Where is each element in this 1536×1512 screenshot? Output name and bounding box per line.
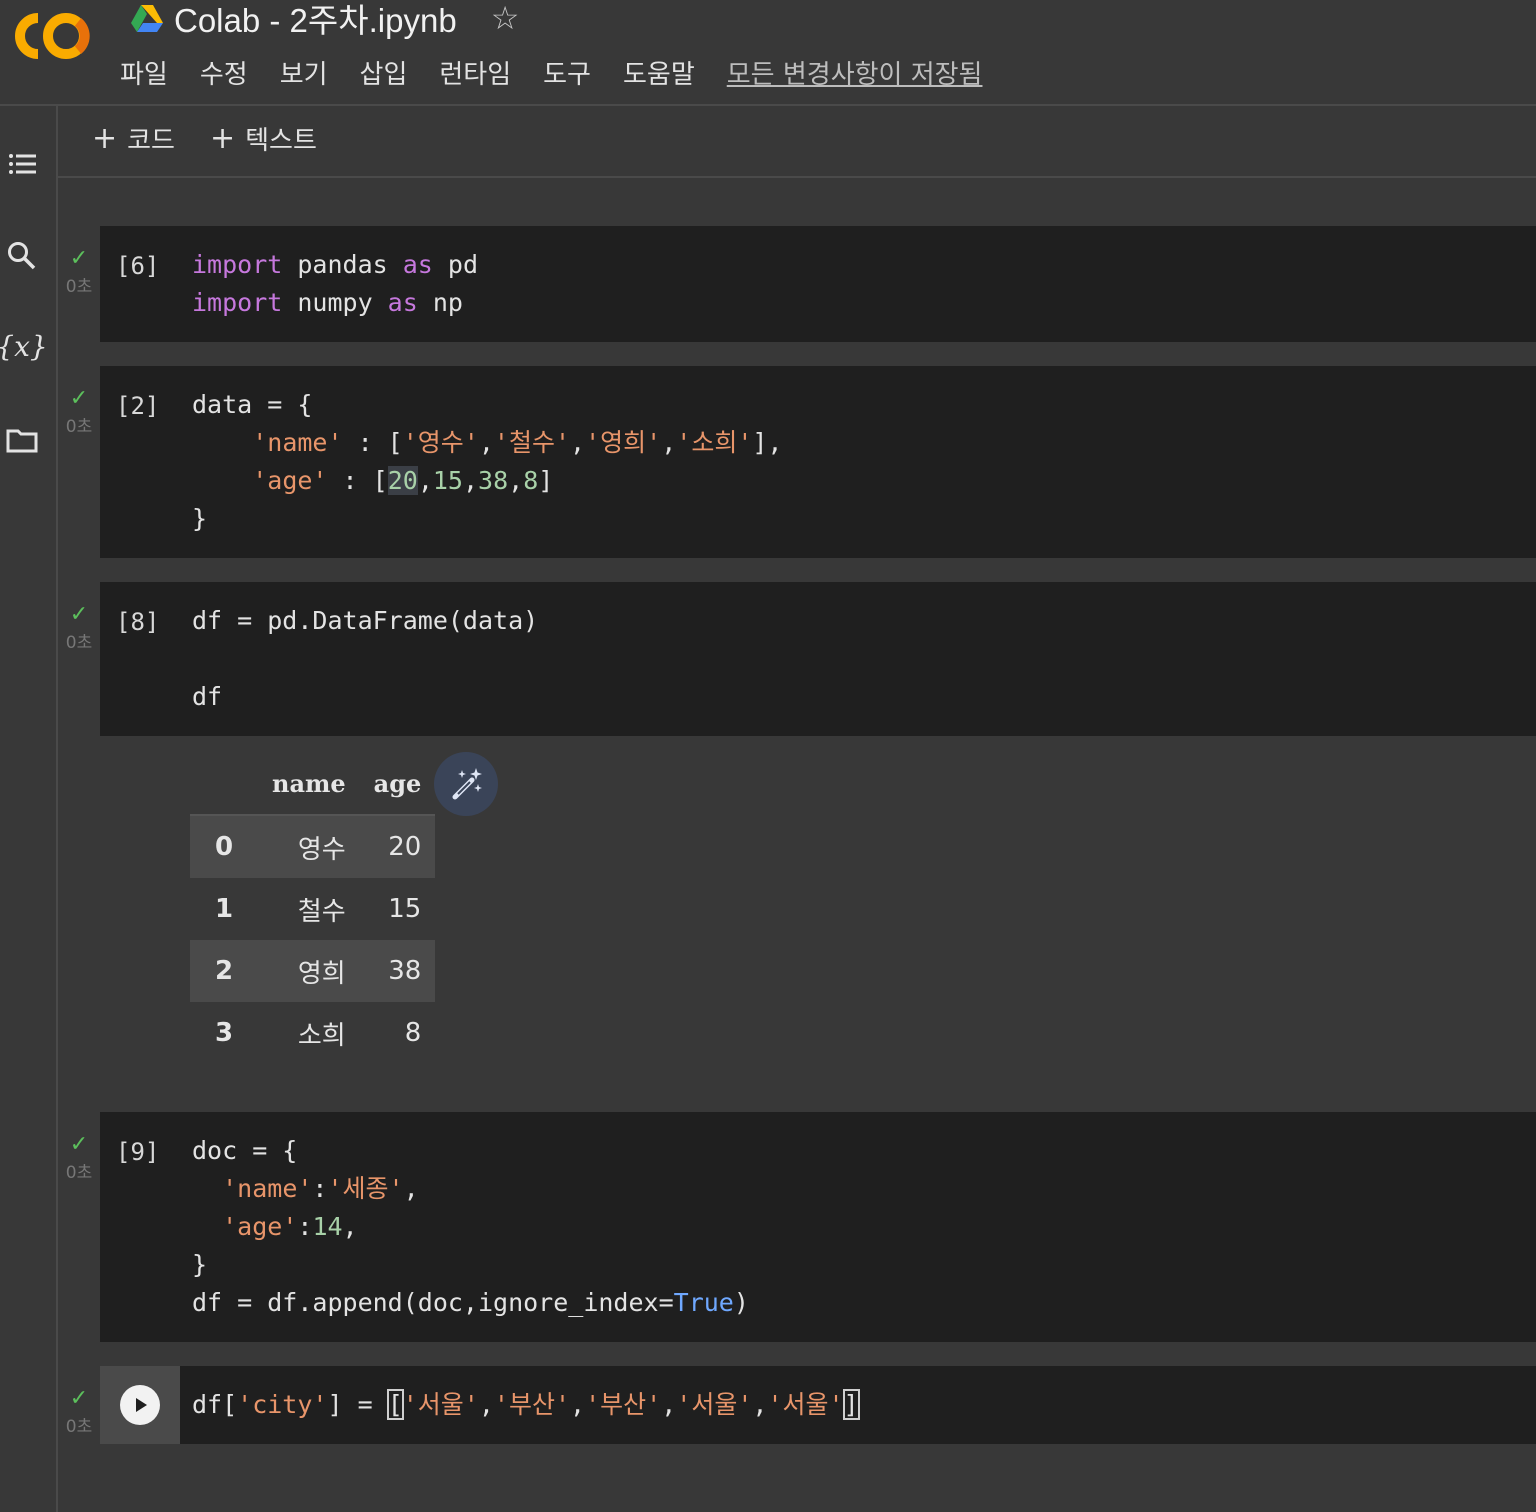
search-icon [8,242,36,270]
table-cell: 영수 [258,815,360,878]
index-header [190,752,258,816]
execution-count: [6] [116,252,160,280]
files-button[interactable] [0,418,44,462]
checkmark-icon: ✓ [69,246,89,271]
checkmark-icon: ✓ [69,1132,89,1157]
notebook-title[interactable]: Colab - 2주차.ipynb [174,0,457,42]
star-icon[interactable]: ☆ [491,0,520,37]
column-header: age [359,752,436,816]
cell-status: ✓ 0초 [60,1132,98,1184]
row-index: 2 [190,940,258,1002]
header: Colab - 2주차.ipynb ☆ 파일 수정 보기 삽입 런타임 도구 도… [0,0,1536,106]
code-editor[interactable]: import pandas as pd import numpy as np [192,246,478,322]
run-duration: 0초 [65,633,93,653]
run-cell-button[interactable] [100,1366,180,1444]
code-editor[interactable]: df = pd.DataFrame(data) df [192,602,538,716]
add-code-button[interactable]: + 코드 [92,120,175,157]
table-cell: 영희 [258,940,360,1002]
plus-icon: + [210,121,236,156]
menu-runtime[interactable]: 런타임 [437,54,513,91]
menu-tools[interactable]: 도구 [541,54,593,91]
plus-icon: + [92,121,118,156]
execution-count: [2] [116,392,160,420]
run-duration: 0초 [65,1163,93,1183]
code-cell[interactable]: [9] doc = { 'name':'세종', 'age':14, } df … [100,1112,1536,1342]
execution-count: [9] [116,1138,160,1166]
row-index: 0 [190,815,258,878]
table-cell: 15 [388,894,422,924]
cell-status: ✓ 0초 [60,602,98,654]
add-text-label: 텍스트 [245,126,317,156]
code-cell[interactable]: [8] df = pd.DataFrame(data) df [100,582,1536,736]
list-icon [9,154,36,174]
run-duration: 0초 [65,277,93,297]
code-cell-active[interactable]: df['city'] = ['서울','부산','부산','서울','서울'] [100,1366,1536,1444]
cell-status: ✓ 0초 [60,246,98,298]
dataframe-output: name age 0 영수 20 1 철수 15 2 영희 38 3 소희 8 [190,752,436,1064]
search-button[interactable] [0,234,44,278]
add-code-label: 코드 [127,126,175,156]
menu-bar: 파일 수정 보기 삽입 런타임 도구 도움말 모든 변경사항이 저장됨 [118,52,982,92]
play-icon [120,1385,160,1425]
add-text-button[interactable]: + 텍스트 [210,120,317,157]
left-rail: {x} [0,106,58,1512]
checkmark-icon: ✓ [69,386,89,411]
menu-help[interactable]: 도움말 [621,54,697,91]
menu-file[interactable]: 파일 [118,54,170,91]
cell-status: ✓ 0초 [60,1386,98,1438]
run-duration: 0초 [65,1417,93,1437]
notebook-toolbar: + 코드 + 텍스트 [58,106,1536,178]
variables-icon: {x} [0,329,48,363]
table-cell: 38 [359,940,436,1002]
dataframe-suggest-button[interactable] [434,752,498,816]
menu-insert[interactable]: 삽입 [358,54,410,91]
menu-view[interactable]: 보기 [278,54,330,91]
table-header-row: name age [190,752,436,816]
code-cell[interactable]: [6] import pandas as pd import numpy as … [100,226,1536,342]
table-row: 1 철수 15 [190,878,435,940]
table-row: 3 소희 8 [190,1002,435,1064]
row-index: 1 [214,894,234,924]
table-cell: 소희 [297,1020,346,1051]
table-row: 2 영희 38 [190,940,436,1002]
table-row: 0 영수 20 [190,815,436,878]
code-editor[interactable]: df['city'] = ['서울','부산','부산','서울','서울'] [192,1386,860,1424]
checkmark-icon: ✓ [69,1386,89,1411]
execution-count: [8] [116,608,160,636]
code-cell[interactable]: [2] data = { 'name' : ['영수','철수','영희','소… [100,366,1536,558]
magic-wand-icon [452,768,482,800]
menu-edit[interactable]: 수정 [198,54,250,91]
save-status[interactable]: 모든 변경사항이 저장됨 [727,54,983,91]
run-duration: 0초 [65,417,93,437]
table-cell: 8 [404,1018,422,1048]
folder-icon [6,429,38,453]
row-index: 3 [214,1018,234,1048]
table-cell: 20 [359,815,436,878]
code-editor[interactable]: doc = { 'name':'세종', 'age':14, } df = df… [192,1132,749,1322]
table-cell: 철수 [297,896,346,927]
table-of-contents-button[interactable] [0,142,44,186]
code-editor[interactable]: data = { 'name' : ['영수','철수','영희','소희'],… [192,386,782,538]
colab-logo[interactable] [8,6,94,66]
google-drive-icon[interactable] [130,3,164,33]
checkmark-icon: ✓ [69,602,89,627]
column-header: name [258,752,360,816]
variables-button[interactable]: {x} [0,324,48,368]
cell-status: ✓ 0초 [60,386,98,438]
